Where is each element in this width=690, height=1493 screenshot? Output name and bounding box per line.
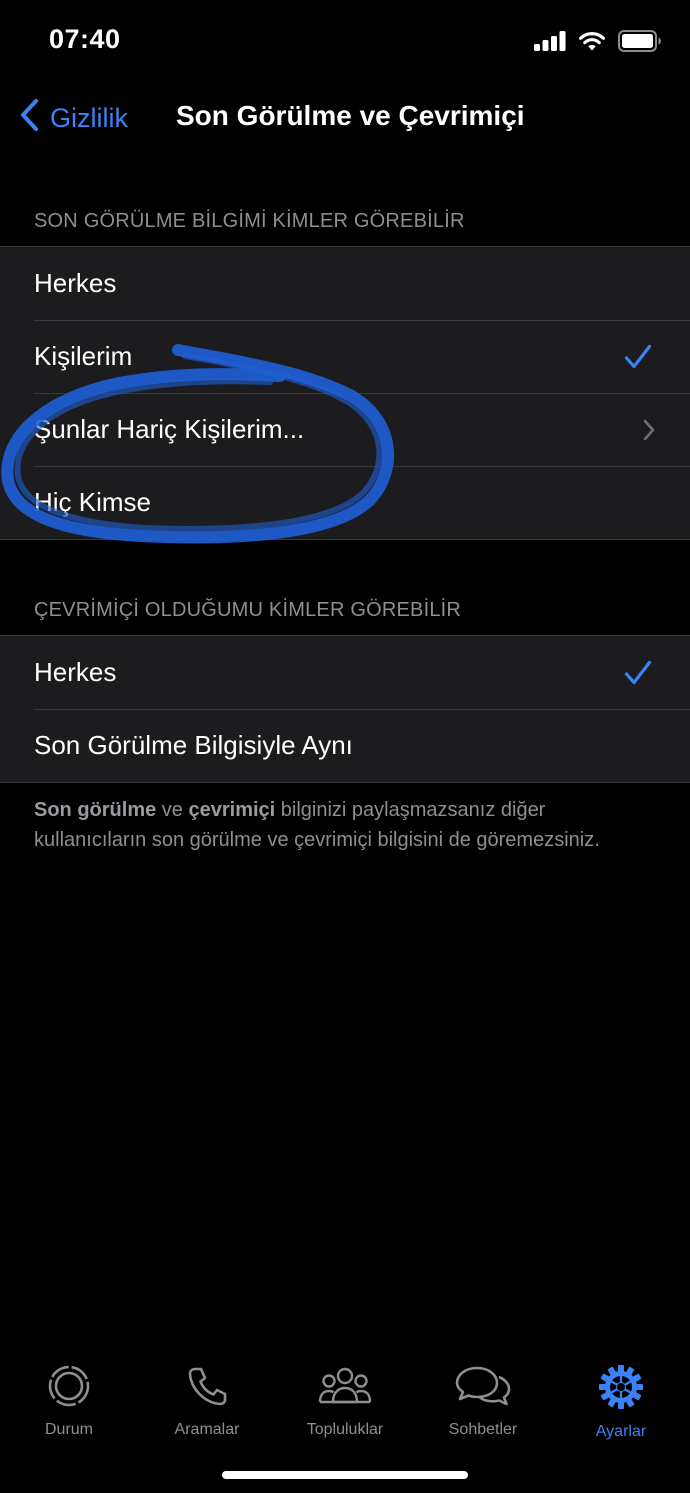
checkmark-icon <box>624 344 652 370</box>
chevron-left-icon <box>18 98 40 139</box>
status-icons <box>534 30 662 57</box>
tab-bar: Durum Aramalar Topluluklar Sohbetler Aya… <box>0 1350 690 1445</box>
last-seen-section-header: SON GÖRÜLME BİLGİMİ KİMLER GÖREBİLİR <box>34 210 465 232</box>
wifi-icon <box>578 30 606 57</box>
tab-communities[interactable]: Topluluklar <box>276 1350 414 1445</box>
status-icon <box>47 1364 91 1413</box>
online-option-everyone[interactable]: Herkes <box>0 636 690 709</box>
tab-settings[interactable]: Ayarlar <box>552 1350 690 1445</box>
option-label: Şunlar Hariç Kişilerim... <box>34 414 305 444</box>
option-label: Herkes <box>34 268 117 298</box>
online-option-same-as-last-seen[interactable]: Son Görülme Bilgisiyle Aynı <box>0 709 690 782</box>
tab-label: Sohbetler <box>448 1421 518 1438</box>
page-title: Son Görülme ve Çevrimiçi <box>176 100 525 131</box>
last-seen-options-group: Herkes Kişilerim Şunlar Hariç Kişilerim.… <box>0 246 690 540</box>
communities-icon <box>318 1364 372 1413</box>
home-indicator <box>222 1471 468 1479</box>
back-button-label: Gizlilik <box>50 103 128 133</box>
tab-calls[interactable]: Aramalar <box>138 1350 276 1445</box>
tab-label: Ayarlar <box>595 1423 647 1440</box>
footer-bold-online: çevrimiçi <box>188 799 276 821</box>
option-label: Hiç Kimse <box>34 487 152 517</box>
tab-chats[interactable]: Sohbetler <box>414 1350 552 1445</box>
footer-text: ve <box>156 799 189 821</box>
battery-icon <box>618 30 662 57</box>
phone-icon <box>185 1364 229 1413</box>
last-seen-option-my-contacts-except[interactable]: Şunlar Hariç Kişilerim... <box>0 393 690 466</box>
chats-icon <box>455 1364 511 1413</box>
footer-bold-last-seen: Son görülme <box>34 799 157 821</box>
last-seen-option-my-contacts[interactable]: Kişilerim <box>0 320 690 393</box>
status-bar: 07:40 <box>0 0 690 84</box>
back-button[interactable]: Gizlilik <box>18 98 128 139</box>
status-time: 07:40 <box>49 24 121 54</box>
online-section-header: ÇEVRİMİÇİ OLDUĞUMU KİMLER GÖREBİLİR <box>34 599 462 621</box>
option-label: Son Görülme Bilgisiyle Aynı <box>34 730 353 760</box>
tab-label: Durum <box>44 1421 93 1438</box>
footer-note: Son görülme ve çevrimiçi bilginizi payla… <box>34 795 654 855</box>
navigation-bar: Gizlilik Son Görülme ve Çevrimiçi <box>0 84 690 150</box>
settings-gear-icon <box>598 1364 644 1415</box>
chevron-right-icon <box>642 418 656 442</box>
tab-label: Topluluklar <box>306 1421 384 1438</box>
tab-status[interactable]: Durum <box>0 1350 138 1445</box>
tab-label: Aramalar <box>174 1421 240 1438</box>
checkmark-icon <box>624 660 652 686</box>
cellular-signal-icon <box>534 31 566 56</box>
online-options-group: Herkes Son Görülme Bilgisiyle Aynı <box>0 635 690 783</box>
option-label: Herkes <box>34 657 117 687</box>
last-seen-option-everyone[interactable]: Herkes <box>0 247 690 320</box>
option-label: Kişilerim <box>34 341 133 371</box>
last-seen-option-nobody[interactable]: Hiç Kimse <box>0 466 690 539</box>
